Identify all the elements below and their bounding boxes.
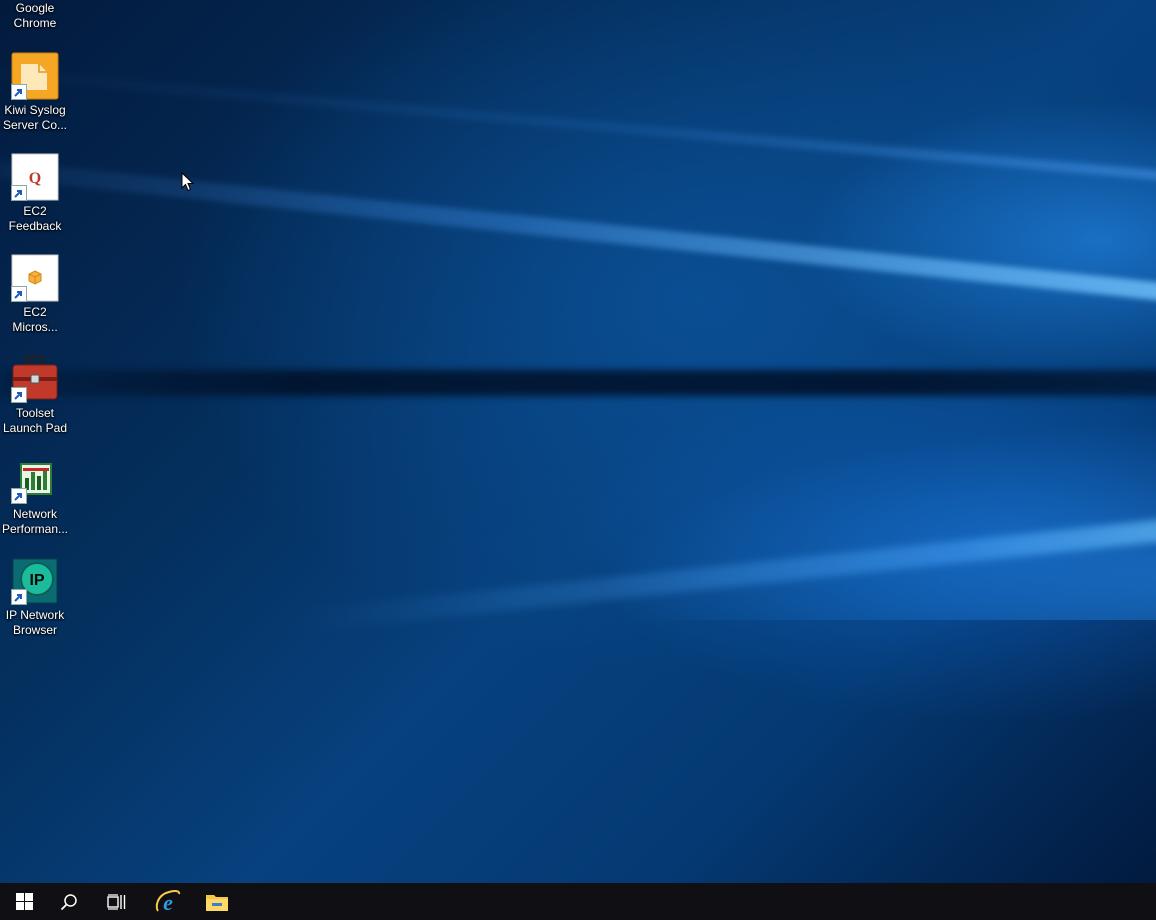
task-view-icon [107, 893, 126, 910]
kiwi-syslog-icon [11, 52, 59, 100]
desktop-icon-label: Toolset Launch Pad [2, 406, 68, 435]
taskbar-internet-explorer[interactable]: e [144, 883, 192, 920]
folder-icon [206, 894, 228, 911]
desktop-icon-label: Network Performan... [1, 507, 69, 536]
desktop-icon-ec2-microsoft[interactable]: EC2 Micros... [0, 254, 70, 335]
shortcut-arrow-icon [11, 488, 27, 504]
task-view-button[interactable] [93, 883, 141, 920]
desktop-icon-label: Google Chrome [13, 1, 57, 30]
desktop-icon-label: Kiwi Syslog Server Co... [2, 103, 68, 132]
shortcut-arrow-icon [11, 387, 27, 403]
desktop-icon-google-chrome[interactable]: Google Chrome [0, 0, 70, 31]
ip-network-browser-icon: IP [11, 557, 59, 605]
desktop-icon-kiwi-syslog[interactable]: Kiwi Syslog Server Co... [0, 52, 70, 133]
taskbar: e [0, 883, 1156, 920]
desktop-icon-toolset-launch-pad[interactable]: Toolset Launch Pad [0, 355, 70, 436]
desktop-icon-label: EC2 Micros... [12, 305, 58, 334]
start-button[interactable] [0, 883, 48, 920]
shortcut-arrow-icon [11, 286, 27, 302]
network-performance-icon [11, 456, 59, 504]
shortcut-arrow-icon [11, 589, 27, 605]
shortcut-arrow-icon [11, 185, 27, 201]
wallpaper-shadow-band [0, 370, 1156, 396]
windows-logo-icon [15, 893, 33, 910]
desktop-background[interactable]: Google Chrome Kiwi Syslog Server Co... Q… [0, 0, 1156, 883]
search-button[interactable] [45, 883, 93, 920]
wallpaper-glow [600, 420, 1156, 620]
toolbox-icon [11, 355, 59, 403]
wallpaper-light-beam [0, 150, 1156, 325]
search-icon [60, 893, 77, 910]
internet-explorer-icon: e [155, 889, 181, 915]
svg-text:Q: Q [29, 170, 41, 187]
svg-text:IP: IP [29, 572, 44, 589]
ec2-microsoft-icon [11, 254, 59, 302]
shortcut-arrow-icon [11, 84, 27, 100]
wallpaper-light-beam [300, 495, 1156, 632]
wallpaper-light-beam [0, 60, 1156, 201]
desktop-icon-label: EC2 Feedback [8, 204, 62, 233]
desktop-icon-ec2-feedback[interactable]: Q EC2 Feedback [0, 153, 70, 234]
ec2-feedback-icon: Q [11, 153, 59, 201]
taskbar-file-explorer[interactable] [193, 883, 241, 920]
desktop-icon-ip-network-browser[interactable]: IP IP Network Browser [0, 557, 70, 638]
mouse-cursor-icon [181, 171, 195, 197]
desktop-icon-network-performance[interactable]: Network Performan... [0, 456, 70, 537]
desktop-icon-label: IP Network Browser [5, 608, 65, 637]
svg-text:e: e [163, 890, 173, 915]
